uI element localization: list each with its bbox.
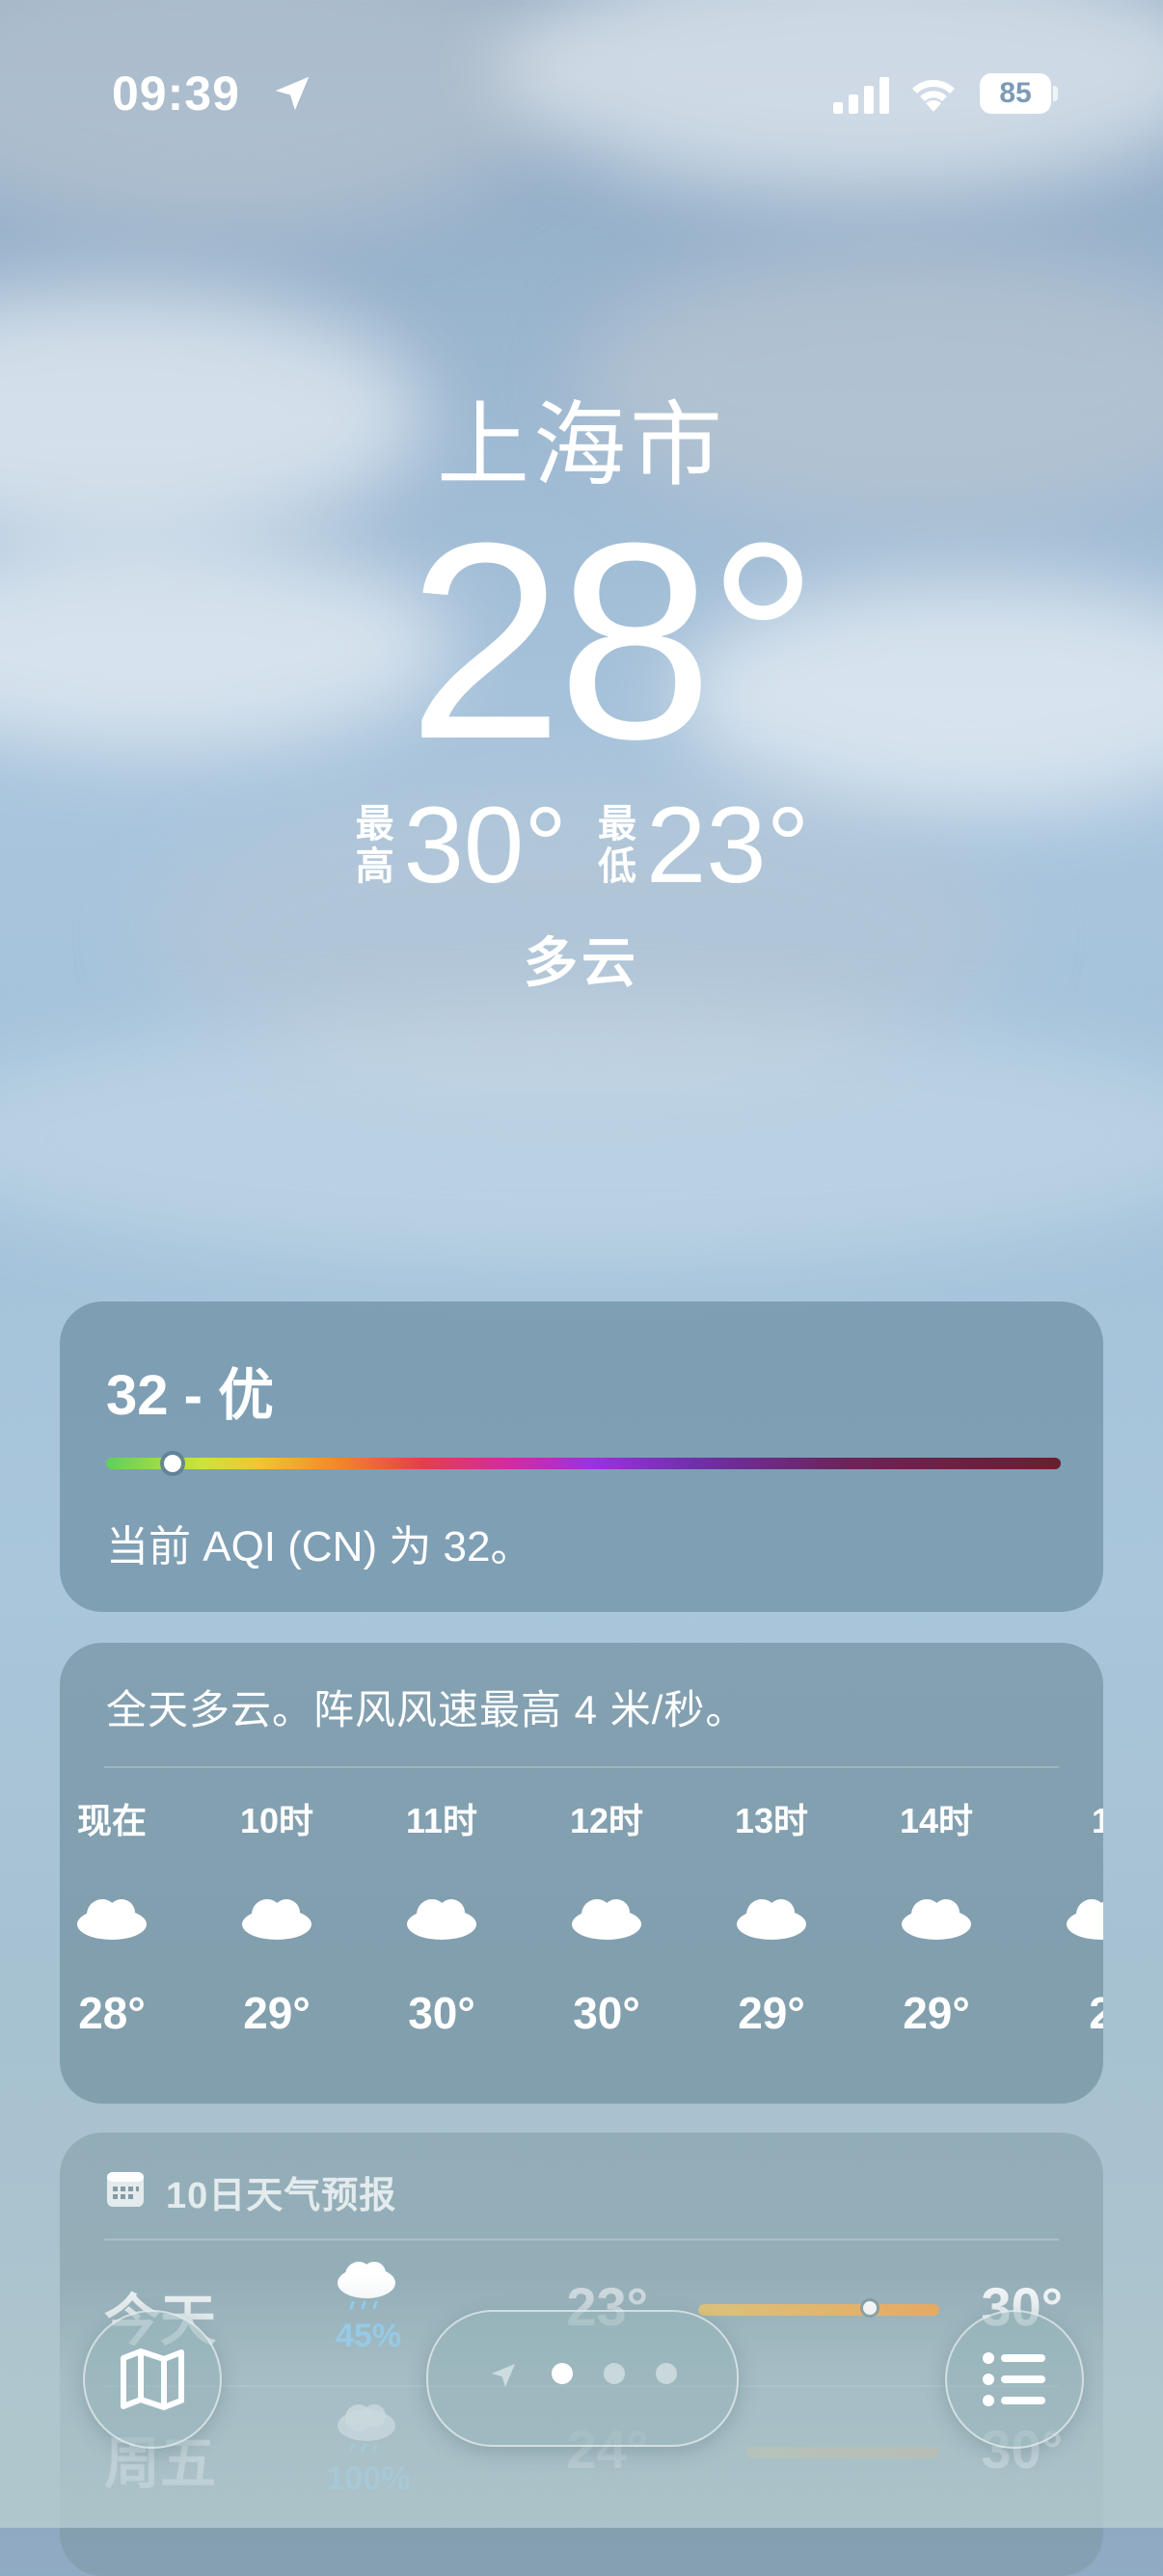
status-bar: 09:39 85	[0, 0, 1163, 193]
hourly-summary: 全天多云。阵风风速最高 4 米/秒。	[106, 1687, 747, 1732]
ten-day-title: 10日天气预报	[166, 2176, 397, 2216]
cellular-signal-icon	[833, 77, 889, 114]
cloud-icon	[572, 1899, 641, 1940]
hour-label: 14时	[899, 1801, 974, 1840]
cloud-icon	[737, 1899, 806, 1940]
location-arrow-icon	[275, 76, 310, 111]
cloud-icon	[242, 1899, 311, 1940]
hourly-item: 现在 28°	[60, 1797, 170, 2040]
location-arrow-icon[interactable]	[488, 2360, 519, 2391]
hour-temperature: 30°	[573, 1988, 640, 2038]
calendar-icon	[107, 2172, 144, 2207]
hourly-item: 11时 30°	[384, 1797, 500, 2040]
aqi-title: 32 - 优	[106, 1364, 275, 1427]
map-button[interactable]	[83, 2310, 222, 2449]
temperature-range-bar	[746, 2447, 939, 2458]
page-dot-1[interactable]	[552, 2363, 573, 2384]
hourly-item: 10时 29°	[219, 1797, 335, 2040]
divider	[104, 1766, 1059, 1768]
cloud-icon	[407, 1899, 476, 1940]
hour-label: 12时	[569, 1801, 644, 1840]
hourly-item: 12时 30°	[549, 1797, 664, 2040]
page-dot-2[interactable]	[604, 2363, 625, 2384]
aqi-indicator-dot	[164, 1455, 181, 1472]
air-quality-card[interactable]: 32 - 优 当前 AQI (CN) 为 32。	[60, 1301, 1103, 1612]
city-list-button[interactable]	[945, 2310, 1084, 2449]
hour-label: 11时	[405, 1801, 478, 1840]
cloud-rain-icon	[338, 2262, 395, 2310]
low-label: 最低	[598, 803, 636, 888]
hourly-item: 14时 29°	[879, 1797, 994, 2040]
low-temperature: 23°	[646, 785, 810, 905]
precipitation-chance: 45%	[335, 2318, 402, 2354]
city-name: 上海市	[437, 394, 726, 497]
hour-label: 现在	[76, 1801, 147, 1840]
high-label: 最高	[355, 803, 394, 888]
current-temperature: 28°	[407, 485, 820, 797]
hour-label: 1	[1091, 1801, 1103, 1840]
hour-temperature: 29°	[903, 1988, 970, 2038]
temperature-range-bar	[698, 2301, 939, 2316]
cloud-icon	[1067, 1899, 1103, 1940]
hour-temperature: 29°	[738, 1988, 805, 2038]
hour-temperature: 30°	[408, 1988, 475, 2038]
page-indicator[interactable]	[426, 2310, 739, 2447]
battery-level: 85	[999, 77, 1032, 109]
cloud-rain-icon	[338, 2404, 395, 2453]
map-icon	[121, 2348, 184, 2410]
hourly-item: 12	[1043, 1797, 1103, 2040]
aqi-scale-bar	[106, 1458, 1061, 1469]
page-dot-3[interactable]	[656, 2363, 677, 2384]
hourly-forecast-card[interactable]: 全天多云。阵风风速最高 4 米/秒。 现在 28° 10时 29° 11时 30° 12时 3…	[60, 1643, 1103, 2104]
hour-temperature: 29°	[243, 1988, 311, 2038]
weather-condition: 多云	[524, 932, 639, 993]
aqi-description: 当前 AQI (CN) 为 32。	[106, 1523, 533, 1570]
cloud-icon	[77, 1899, 147, 1940]
wifi-icon	[912, 79, 955, 112]
high-low-temperatures: 最高 30° 最低 23°	[0, 792, 1163, 899]
hour-temperature: 2	[1089, 1988, 1103, 2038]
divider	[104, 2239, 1059, 2241]
precipitation-chance: 100%	[326, 2460, 411, 2497]
battery-indicator: 85	[980, 73, 1058, 114]
status-time: 09:39	[112, 67, 240, 121]
list-icon	[983, 2352, 1045, 2406]
current-temp-dot	[862, 2301, 877, 2315]
hour-label: 13时	[734, 1801, 809, 1840]
hour-label: 10时	[239, 1801, 314, 1840]
high-temperature: 30°	[403, 785, 567, 905]
hour-temperature: 28°	[78, 1988, 146, 2038]
home-indicator	[453, 2497, 710, 2507]
cloud-icon	[902, 1899, 971, 1940]
hourly-item: 13时 29°	[714, 1797, 829, 2040]
